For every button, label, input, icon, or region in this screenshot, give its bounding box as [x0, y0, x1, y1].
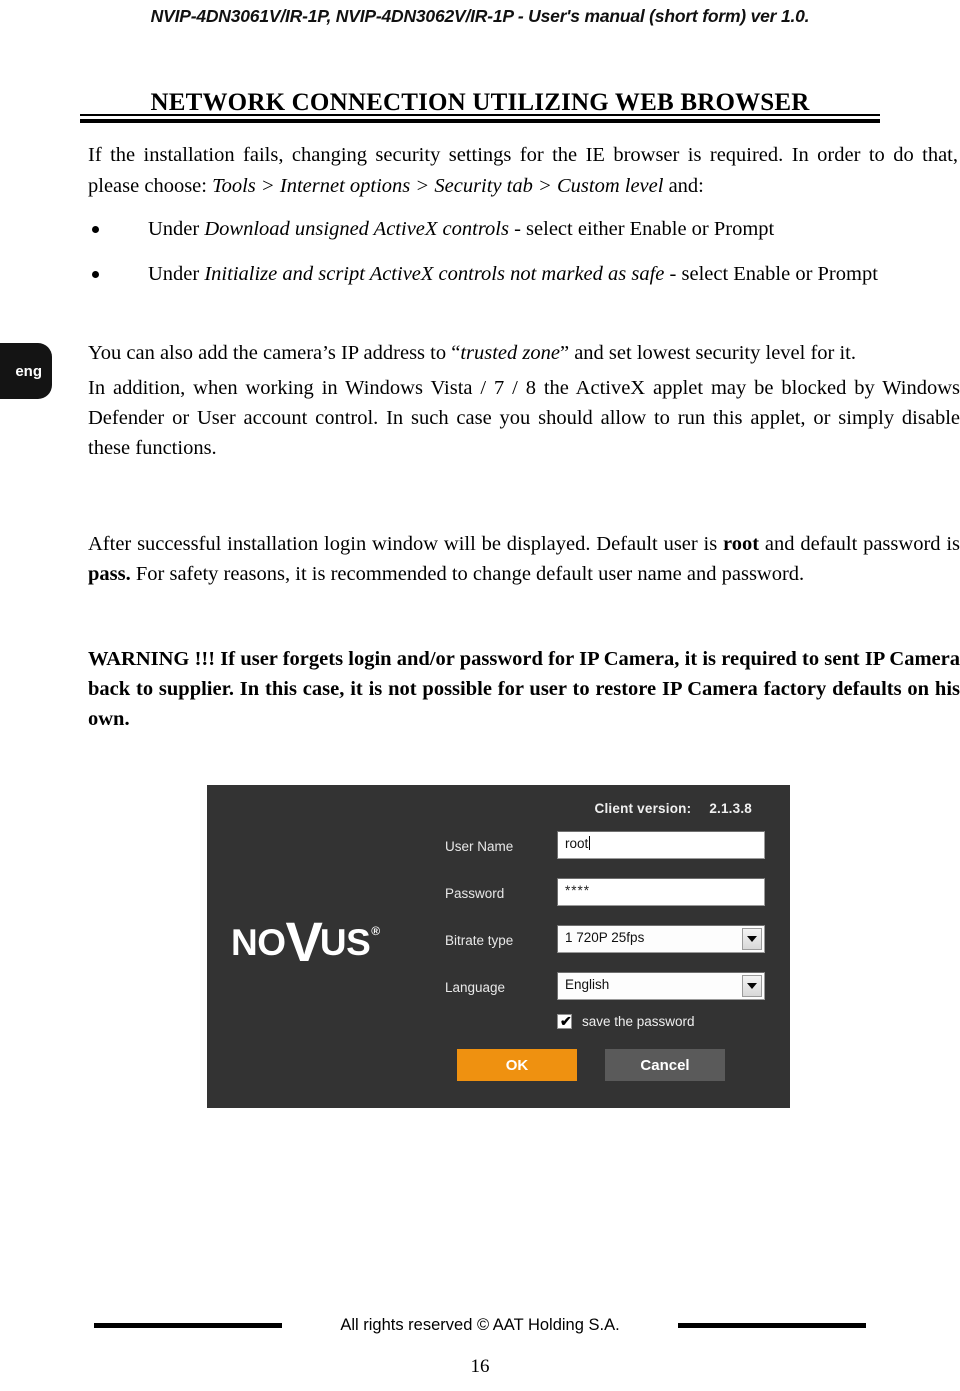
- menu-path-tools: Tools: [212, 175, 256, 197]
- body-section-default-credentials: After successful installation login wind…: [88, 529, 960, 594]
- bullet-suffix: - select either Enable or Prompt: [508, 218, 775, 240]
- cancel-button[interactable]: Cancel: [605, 1049, 725, 1081]
- trusted-zone-suffix: ” and set lowest security level for it.: [559, 342, 857, 364]
- form-row-password: Password ****: [445, 878, 765, 925]
- novus-logo: NOVUS®: [231, 908, 426, 970]
- username-input[interactable]: root: [557, 831, 765, 859]
- bullet-prefix: Under: [148, 218, 205, 240]
- paragraph-trusted-zone: You can also add the camera’s IP address…: [88, 338, 960, 368]
- password-value: ****: [565, 883, 591, 898]
- body-section-trusted-zone: You can also add the camera’s IP address…: [88, 338, 960, 468]
- document-footer: All rights reserved © AAT Holding S.A.: [0, 1316, 960, 1335]
- chevron-down-icon[interactable]: [742, 928, 762, 950]
- footer-rule-right: [677, 1323, 866, 1328]
- intro-section: If the installation fails, changing secu…: [88, 140, 960, 304]
- triangle-glyph: [747, 936, 757, 942]
- logo-part-us: US: [319, 922, 371, 963]
- paragraph-windows-defender: In addition, when working in Windows Vis…: [88, 377, 960, 459]
- bitrate-type-label: Bitrate type: [445, 933, 514, 948]
- login-window-screenshot: Client version: 2.1.3.8 NOVUS® User Name …: [207, 785, 790, 1108]
- password-input[interactable]: ****: [557, 878, 765, 906]
- page-number: 16: [470, 1356, 490, 1377]
- warning-label: WARNING !!!: [88, 648, 216, 670]
- intro-paragraph: If the installation fails, changing secu…: [88, 140, 960, 202]
- bullet-prefix: Under: [148, 263, 205, 285]
- bullet-icon: [92, 226, 99, 233]
- save-password-row[interactable]: ✔ save the password: [557, 1013, 695, 1029]
- warning-paragraph: WARNING !!! If user forgets login and/or…: [88, 644, 960, 734]
- save-password-checkbox[interactable]: ✔: [557, 1013, 572, 1029]
- form-row-language: Language English: [445, 972, 765, 1019]
- language-value: English: [565, 977, 610, 992]
- bitrate-type-value: 1 720P 25fps: [565, 930, 645, 945]
- list-item: Under Download unsigned ActiveX controls…: [88, 214, 960, 245]
- login-form: User Name root Password **** Bitrate typ…: [445, 831, 765, 1019]
- logo-part-no: NO: [231, 922, 286, 963]
- bullet-suffix: - select Enable or Prompt: [664, 263, 878, 285]
- default-login-text-1: After successful installation login wind…: [88, 533, 724, 555]
- footer-rule-left: [94, 1323, 283, 1328]
- bullet-setting-name: Initialize and script ActiveX controls n…: [204, 263, 665, 285]
- bullet-icon: [92, 271, 99, 278]
- language-tab-eng[interactable]: eng: [0, 343, 52, 399]
- language-label: Language: [445, 980, 506, 995]
- password-label: Password: [445, 886, 505, 901]
- form-row-username: User Name root: [445, 831, 765, 878]
- menu-path-sep-2: >: [410, 175, 435, 197]
- body-section-warning: WARNING !!! If user forgets login and/or…: [88, 644, 960, 739]
- registered-trademark-icon: ®: [371, 923, 381, 938]
- menu-path-sep-1: >: [255, 175, 280, 197]
- default-login-text-2: and default password is: [759, 533, 960, 555]
- trusted-zone-emphasis: trusted zone: [460, 342, 560, 364]
- intro-text-end: and:: [663, 175, 704, 197]
- save-password-label: save the password: [582, 1014, 695, 1029]
- text-caret: [589, 836, 591, 850]
- menu-path-internet-options: Internet options: [279, 175, 411, 197]
- page-title: NETWORK CONNECTION UTILIZING WEB BROWSER: [150, 88, 810, 116]
- document-running-header: NVIP-4DN3061V/IR-1P, NVIP-4DN3062V/IR-1P…: [150, 6, 810, 26]
- instruction-bullet-list: Under Download unsigned ActiveX controls…: [88, 214, 960, 290]
- menu-path-security-tab: Security tab: [434, 175, 533, 197]
- form-row-bitrate-type: Bitrate type 1 720P 25fps: [445, 925, 765, 972]
- language-select[interactable]: English: [557, 972, 765, 1000]
- title-divider: [80, 114, 880, 123]
- ok-button[interactable]: OK: [457, 1049, 577, 1081]
- client-version-row: Client version: 2.1.3.8: [595, 801, 752, 816]
- client-version-value: 2.1.3.8: [709, 801, 752, 816]
- username-value: root: [565, 836, 589, 851]
- client-version-label: Client version:: [594, 801, 692, 816]
- warning-text: If user forgets login and/or password fo…: [88, 648, 960, 730]
- default-password: pass.: [88, 563, 131, 585]
- triangle-glyph: [747, 983, 757, 989]
- default-username: root: [723, 533, 760, 555]
- language-tab-label: eng: [15, 362, 42, 380]
- default-login-text-3: For safety reasons, it is recommended to…: [130, 563, 805, 585]
- trusted-zone-prefix: You can also add the camera’s IP address…: [88, 342, 461, 364]
- chevron-down-icon[interactable]: [742, 975, 762, 997]
- logo-part-v: V: [285, 910, 323, 973]
- menu-path-custom-level: Custom level: [556, 175, 664, 197]
- checkmark-icon: ✔: [560, 1013, 572, 1029]
- username-label: User Name: [445, 839, 514, 854]
- bullet-setting-name: Download unsigned ActiveX controls: [204, 218, 509, 240]
- divider-line-bottom: [80, 119, 880, 123]
- bitrate-type-select[interactable]: 1 720P 25fps: [557, 925, 765, 953]
- menu-path-sep-3: >: [532, 175, 557, 197]
- list-item: Under Initialize and script ActiveX cont…: [88, 259, 960, 290]
- footer-copyright: All rights reserved © AAT Holding S.A.: [340, 1316, 620, 1334]
- paragraph-default-login: After successful installation login wind…: [88, 529, 960, 589]
